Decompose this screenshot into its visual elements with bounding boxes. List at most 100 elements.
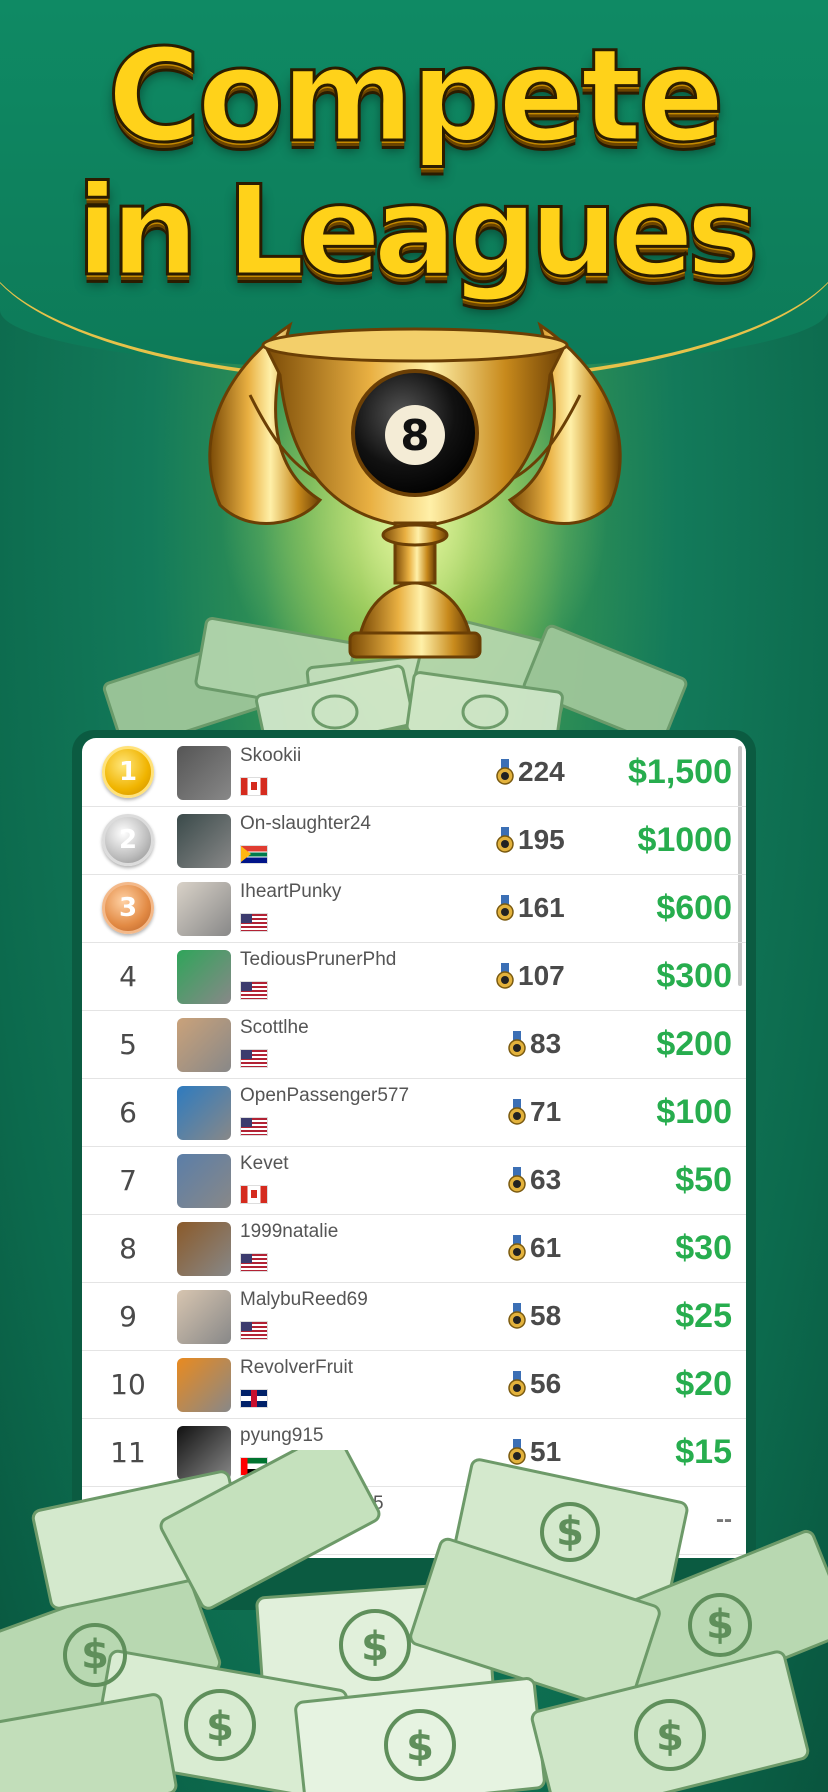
title-line-1: Compete xyxy=(106,22,727,171)
leaderboard-row[interactable]: 6 OpenPassenger577 71 $100 xyxy=(82,1078,746,1147)
flag-us-icon xyxy=(240,1321,268,1340)
avatar[interactable] xyxy=(177,1018,231,1072)
avatar[interactable] xyxy=(177,814,231,868)
flag-us-icon xyxy=(240,1253,268,1272)
score-value: 161 xyxy=(518,892,565,923)
leaderboard-row[interactable]: 1 Skookii 224 $1,500 xyxy=(82,738,746,807)
medal-icon xyxy=(508,1099,526,1125)
medal-icon xyxy=(508,1303,526,1329)
avatar[interactable] xyxy=(177,1358,231,1412)
score-value: 71 xyxy=(530,1096,562,1127)
username: On-slaughter24 xyxy=(240,813,371,834)
score-value: 224 xyxy=(518,756,565,787)
silver-medal-icon: 2 xyxy=(102,814,154,866)
flag-us-icon xyxy=(240,913,268,932)
flag-za-icon xyxy=(240,845,268,864)
score: 161 xyxy=(496,874,565,942)
prize: $600 xyxy=(656,888,732,927)
flag-ca-icon xyxy=(240,1185,268,1204)
score-value: 63 xyxy=(530,1164,562,1195)
rank: 1 xyxy=(82,738,174,806)
rank: 7 xyxy=(119,1163,137,1197)
avatar[interactable] xyxy=(177,1222,231,1276)
leaderboard-row[interactable]: 7 Kevet 63 $50 xyxy=(82,1146,746,1215)
username: RevolverFruit xyxy=(240,1357,353,1378)
svg-text:8: 8 xyxy=(400,411,429,460)
score: 71 xyxy=(508,1078,561,1146)
prize: $100 xyxy=(656,1092,732,1131)
username: MalybuReed69 xyxy=(240,1289,368,1310)
leaderboard-row[interactable]: 9 MalybuReed69 58 $25 xyxy=(82,1282,746,1351)
flag-us-icon xyxy=(240,1049,268,1068)
score: 63 xyxy=(508,1146,561,1214)
username: Scottlhe xyxy=(240,1017,309,1038)
svg-text:$: $ xyxy=(81,1632,109,1678)
prize: $300 xyxy=(656,956,732,995)
prize: $1000 xyxy=(637,820,732,859)
prize: $20 xyxy=(675,1364,732,1403)
score: 224 xyxy=(496,738,565,806)
gold-medal-icon: 1 xyxy=(102,746,154,798)
prize: $200 xyxy=(656,1024,732,1063)
score: 195 xyxy=(496,806,565,874)
leaderboard-row[interactable]: 8 1999natalie 61 $30 xyxy=(82,1214,746,1283)
score-value: 56 xyxy=(530,1368,562,1399)
avatar[interactable] xyxy=(177,1154,231,1208)
username: OpenPassenger577 xyxy=(240,1085,410,1106)
leaderboard-row[interactable]: 10 RevolverFruit 56 $20 xyxy=(82,1350,746,1419)
score-value: 58 xyxy=(530,1300,562,1331)
avatar[interactable] xyxy=(177,746,231,800)
medal-icon xyxy=(508,1235,526,1261)
rank: 5 xyxy=(119,1027,137,1061)
svg-text:$: $ xyxy=(656,1714,684,1760)
score-value: 195 xyxy=(518,824,565,855)
rank: 3 xyxy=(82,874,174,942)
rank: 8 xyxy=(119,1231,137,1265)
medal-icon xyxy=(508,1167,526,1193)
username: Skookii xyxy=(240,745,302,766)
score-value: 61 xyxy=(530,1232,562,1263)
score: 107 xyxy=(496,942,565,1010)
title-line-2: in Leagues xyxy=(75,160,762,304)
rank: 2 xyxy=(82,806,174,874)
bronze-medal-icon: 3 xyxy=(102,882,154,934)
rank: 6 xyxy=(119,1095,137,1129)
medal-icon xyxy=(508,1371,526,1397)
medal-icon xyxy=(496,827,514,853)
score: 58 xyxy=(508,1282,561,1350)
score: 61 xyxy=(508,1214,561,1282)
medal-icon xyxy=(496,895,514,921)
svg-text:$: $ xyxy=(706,1602,734,1648)
score-value: 107 xyxy=(518,960,565,991)
username: 1999natalie xyxy=(240,1221,339,1242)
leaderboard-row[interactable]: 5 Scottlhe 83 $200 xyxy=(82,1010,746,1079)
score-value: 83 xyxy=(530,1028,562,1059)
flag-us-icon xyxy=(240,1117,268,1136)
prize: $30 xyxy=(675,1228,732,1267)
leaderboard-row[interactable]: 2 On-slaughter24 195 $1000 xyxy=(82,806,746,875)
medal-icon xyxy=(496,963,514,989)
prize: $25 xyxy=(675,1296,732,1335)
leaderboard[interactable]: 1 Skookii 224 $1,500 2 On-slaughter24 195 $1000… xyxy=(82,738,746,1558)
score: 83 xyxy=(508,1010,561,1078)
svg-text:$: $ xyxy=(361,1624,389,1670)
svg-text:$: $ xyxy=(556,1509,584,1555)
avatar[interactable] xyxy=(177,882,231,936)
medal-icon xyxy=(508,1031,526,1057)
medal-icon xyxy=(496,759,514,785)
cash-pile-icon: $ $ $ $ $ $ $ xyxy=(0,1450,828,1792)
rank: 9 xyxy=(119,1299,137,1333)
rank: 10 xyxy=(110,1367,146,1401)
prize: $1,500 xyxy=(628,752,732,791)
rank: 4 xyxy=(119,959,137,993)
flag-gb-icon xyxy=(240,1389,268,1408)
leaderboard-row[interactable]: 3 IheartPunky 161 $600 xyxy=(82,874,746,943)
avatar[interactable] xyxy=(177,1290,231,1344)
svg-text:$: $ xyxy=(406,1724,434,1770)
username: TediousPrunerPhd xyxy=(240,949,397,970)
leaderboard-row[interactable]: 4 TediousPrunerPhd 107 $300 xyxy=(82,942,746,1011)
avatar[interactable] xyxy=(177,950,231,1004)
username: Kevet xyxy=(240,1153,289,1174)
flag-ca-icon xyxy=(240,777,268,796)
avatar[interactable] xyxy=(177,1086,231,1140)
